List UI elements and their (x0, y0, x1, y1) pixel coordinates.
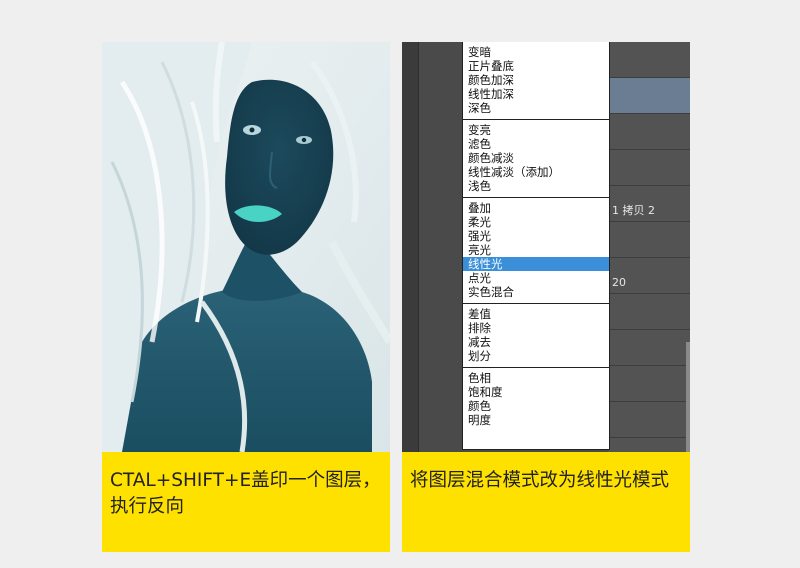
blend-mode-group: 变亮 滤色 颜色减淡 线性减淡（添加） 浅色 (463, 120, 609, 198)
blend-mode-item[interactable]: 浅色 (463, 179, 609, 193)
blend-mode-item[interactable]: 变暗 (463, 45, 609, 59)
blend-mode-item[interactable]: 颜色减淡 (463, 151, 609, 165)
layer-name: 1 拷贝 2 (612, 204, 655, 217)
layer-row-selected[interactable] (608, 78, 690, 114)
inverted-portrait-image (102, 42, 390, 452)
layer-row[interactable] (608, 330, 690, 366)
blend-mode-group: 差值 排除 减去 划分 (463, 304, 609, 368)
layer-row[interactable] (608, 42, 690, 78)
layer-row[interactable] (608, 366, 690, 402)
right-tutorial-card: 1 拷贝 2 20 变暗 正片叠底 颜色加深 线性加深 深色 变亮 滤色 颜色减淡 线性减淡（添… (402, 42, 690, 552)
blend-mode-item[interactable]: 强光 (463, 229, 609, 243)
blend-mode-group: 色相 饱和度 颜色 明度 (463, 368, 609, 431)
blend-mode-item[interactable]: 亮光 (463, 243, 609, 257)
blend-mode-item[interactable]: 点光 (463, 271, 609, 285)
left-caption: CTAL+SHIFT+E盖印一个图层，执行反向 (102, 452, 390, 552)
blend-mode-item[interactable]: 深色 (463, 101, 609, 115)
layer-row[interactable] (608, 402, 690, 438)
blend-mode-group: 变暗 正片叠底 颜色加深 线性加深 深色 (463, 42, 609, 120)
right-caption: 将图层混合模式改为线性光模式 (402, 452, 690, 552)
left-tutorial-card: CTAL+SHIFT+E盖印一个图层，执行反向 (102, 42, 390, 552)
blend-mode-item[interactable]: 颜色 (463, 399, 609, 413)
layer-row[interactable] (608, 114, 690, 150)
blend-mode-item-selected[interactable]: 线性光 (463, 257, 609, 271)
layer-row[interactable] (608, 222, 690, 258)
blend-mode-item[interactable]: 色相 (463, 371, 609, 385)
layer-name: 20 (612, 276, 626, 289)
panel-left-strip (402, 42, 419, 452)
blend-mode-item[interactable]: 线性加深 (463, 87, 609, 101)
blend-mode-item[interactable]: 线性减淡（添加） (463, 165, 609, 179)
layer-row[interactable] (608, 294, 690, 330)
layer-row[interactable] (608, 150, 690, 186)
blend-mode-item[interactable]: 柔光 (463, 215, 609, 229)
panel-scrollbar[interactable] (686, 342, 690, 452)
blend-mode-item[interactable]: 叠加 (463, 201, 609, 215)
blend-mode-item[interactable]: 明度 (463, 413, 609, 427)
blend-mode-item[interactable]: 饱和度 (463, 385, 609, 399)
blend-mode-item[interactable]: 实色混合 (463, 285, 609, 299)
blend-mode-item[interactable]: 差值 (463, 307, 609, 321)
blend-mode-item[interactable]: 正片叠底 (463, 59, 609, 73)
inverted-portrait-illustration (102, 42, 390, 452)
blend-mode-item[interactable]: 颜色加深 (463, 73, 609, 87)
blend-mode-item[interactable]: 减去 (463, 335, 609, 349)
blend-mode-item[interactable]: 变亮 (463, 123, 609, 137)
blend-mode-item[interactable]: 排除 (463, 321, 609, 335)
blend-mode-dropdown[interactable]: 变暗 正片叠底 颜色加深 线性加深 深色 变亮 滤色 颜色减淡 线性减淡（添加） 浅色 叠加 柔光 强光… (462, 42, 610, 450)
blend-mode-item[interactable]: 划分 (463, 349, 609, 363)
photoshop-layers-panel: 1 拷贝 2 20 变暗 正片叠底 颜色加深 线性加深 深色 变亮 滤色 颜色减淡 线性减淡（添… (402, 42, 690, 452)
blend-mode-group: 叠加 柔光 强光 亮光 线性光 点光 实色混合 (463, 198, 609, 304)
blend-mode-item[interactable]: 滤色 (463, 137, 609, 151)
